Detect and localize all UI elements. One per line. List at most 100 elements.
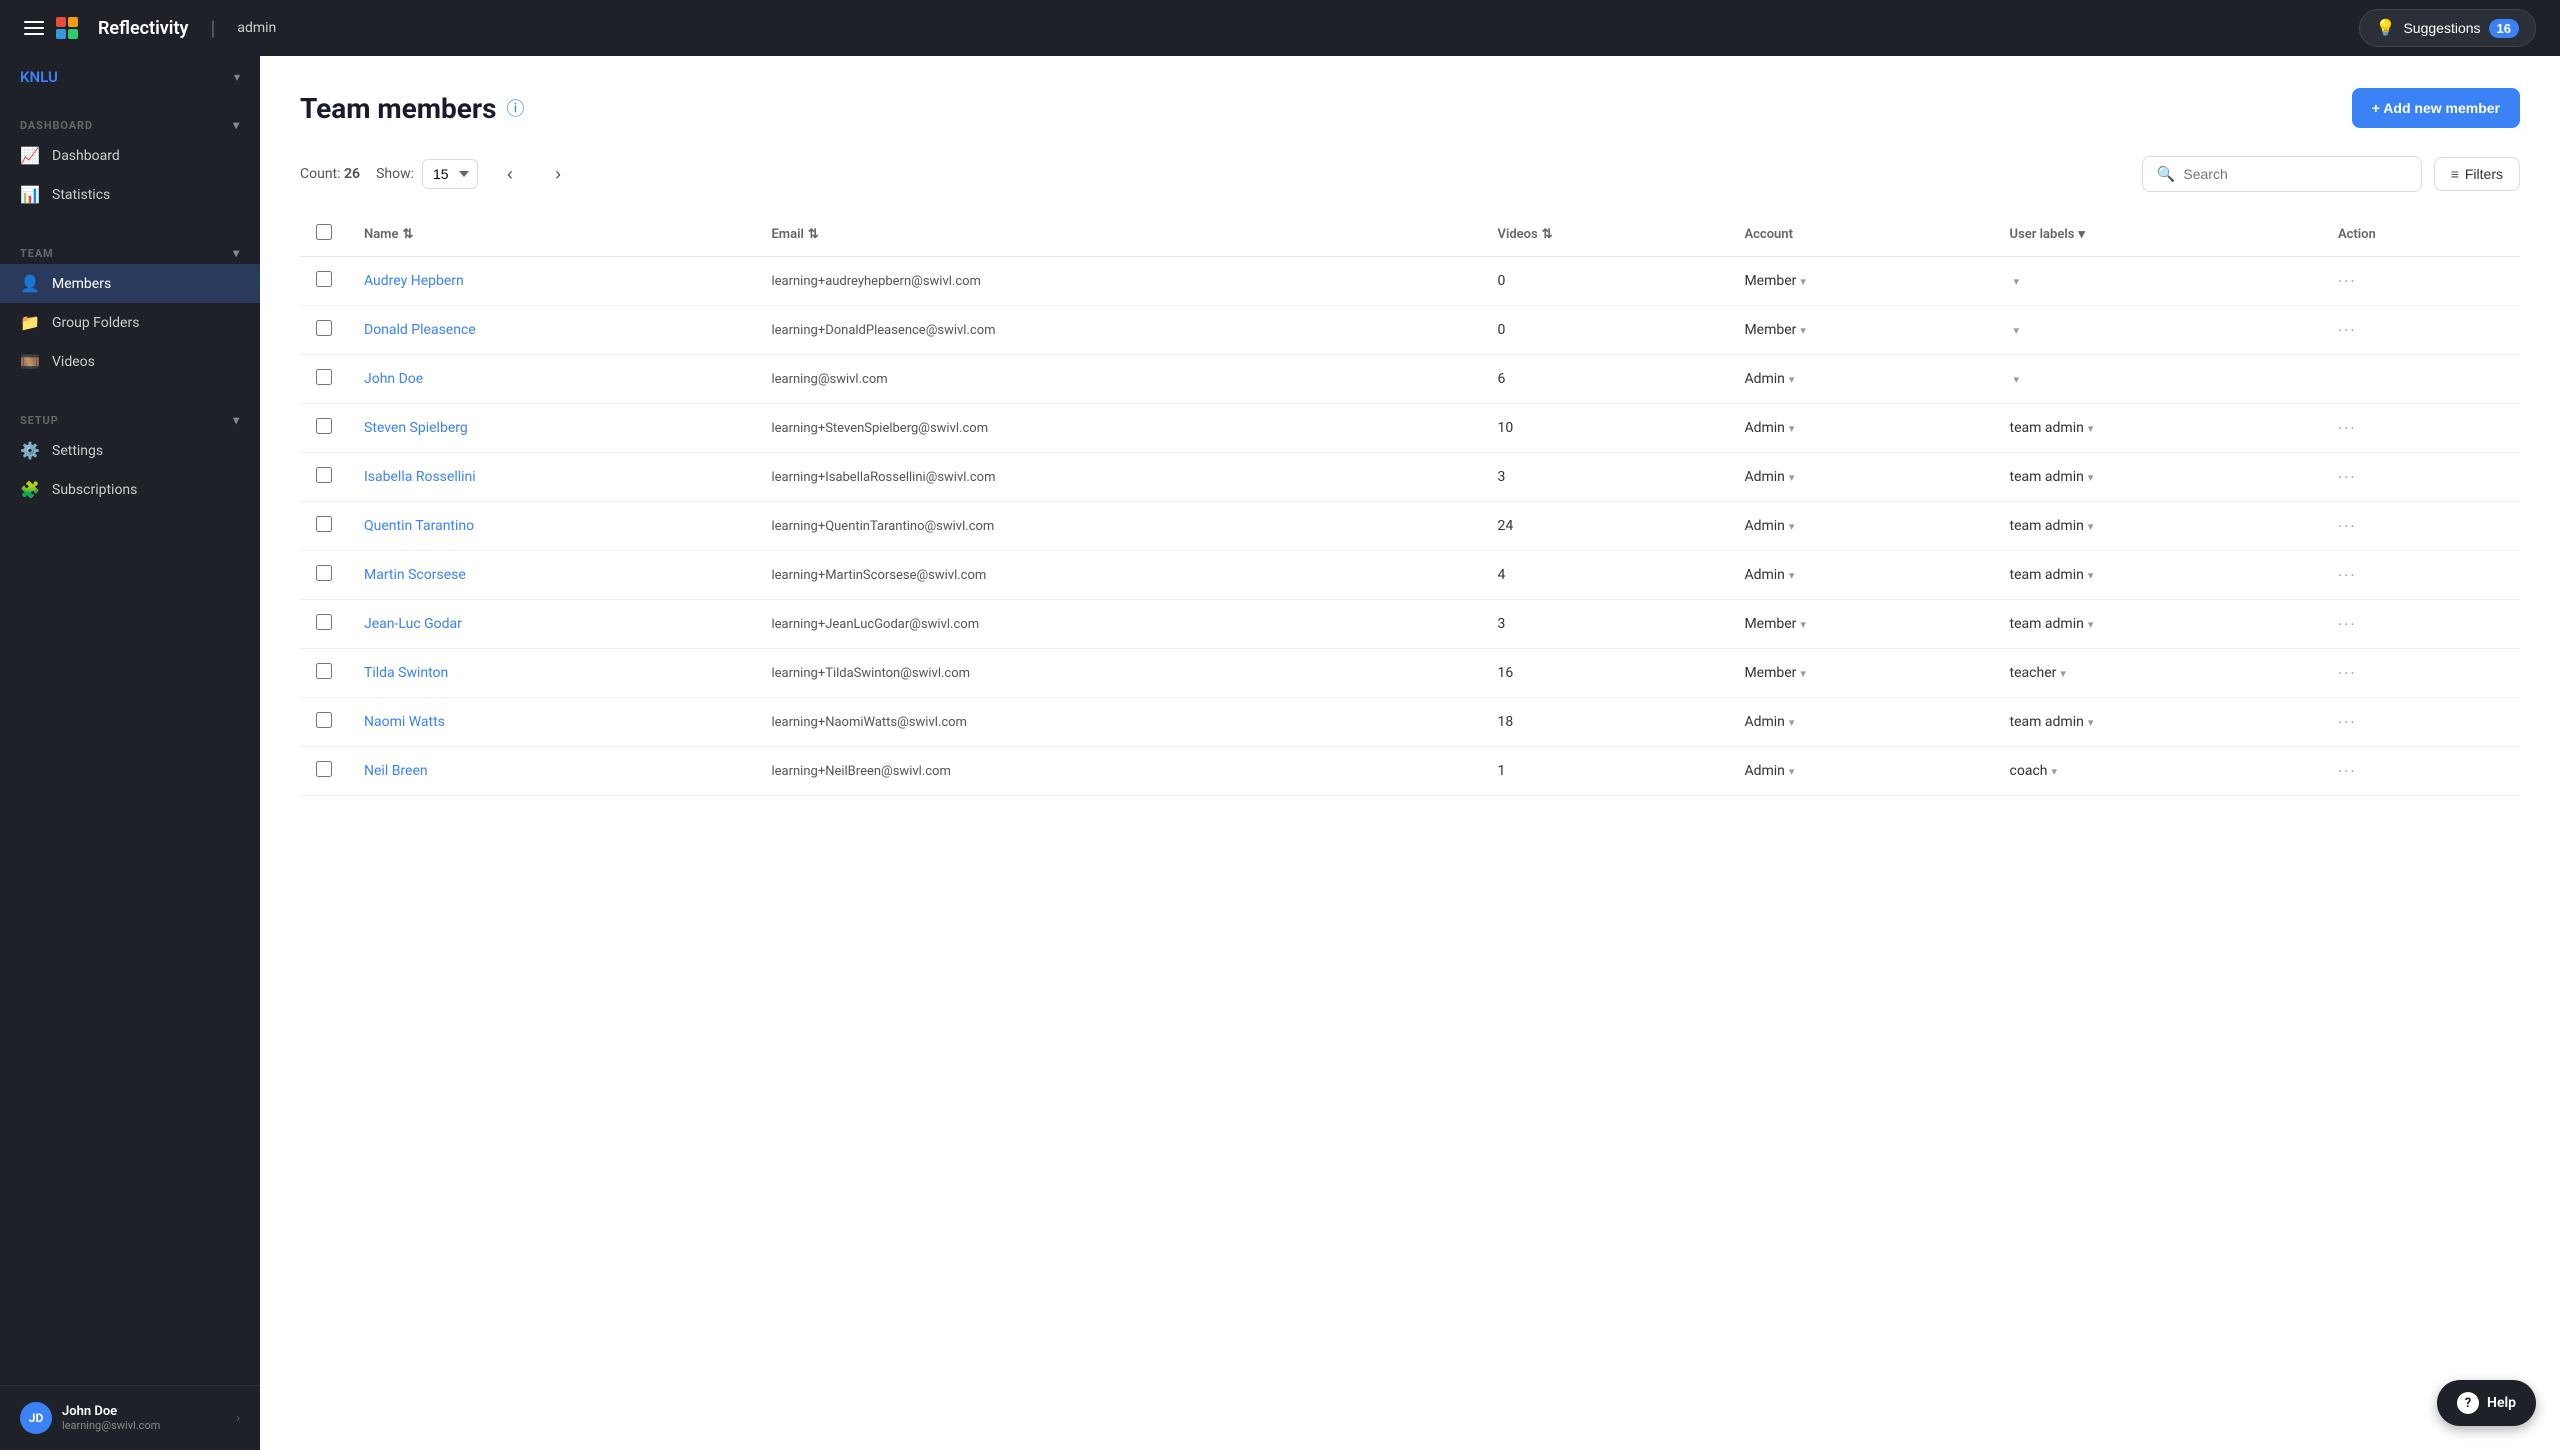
row-email-cell: learning@swivl.com — [755, 355, 1481, 404]
account-dropdown-icon[interactable]: ▾ — [1789, 520, 1795, 533]
row-action-cell: ··· — [2322, 649, 2520, 698]
prev-page-button[interactable]: ‹ — [494, 158, 526, 190]
hamburger-menu[interactable] — [24, 21, 44, 35]
show-select[interactable]: 10 15 25 50 — [422, 159, 478, 189]
label-dropdown-icon[interactable]: ▾ — [2088, 520, 2094, 533]
label-dropdown-icon[interactable]: ▾ — [2088, 471, 2094, 484]
label-dropdown-icon[interactable]: ▾ — [2088, 618, 2094, 631]
sidebar-item-settings[interactable]: ⚙️ Settings — [0, 431, 260, 470]
section-collapse-icon[interactable]: ▾ — [233, 413, 240, 427]
add-new-member-button[interactable]: + Add new member — [2352, 88, 2520, 128]
action-menu-button[interactable]: ··· — [2338, 664, 2357, 683]
row-labels-cell: team admin ▾ — [1994, 502, 2322, 551]
label-dropdown-icon[interactable]: ▾ — [2014, 324, 2020, 337]
pagination-controls: Count: 26 Show: 10 15 25 50 ‹ › — [300, 158, 574, 190]
row-checkbox[interactable] — [316, 663, 332, 679]
row-checkbox[interactable] — [316, 467, 332, 483]
sidebar-item-subscriptions[interactable]: 🧩 Subscriptions — [0, 470, 260, 509]
row-action-cell: ··· — [2322, 453, 2520, 502]
label-dropdown-icon[interactable]: ▾ — [2060, 667, 2066, 680]
action-menu-button[interactable]: ··· — [2338, 468, 2357, 487]
row-checkbox[interactable] — [316, 369, 332, 385]
table-row: Martin Scorsese learning+MartinScorsese@… — [300, 551, 2520, 600]
member-name-link[interactable]: Audrey Hepbern — [364, 273, 464, 289]
action-menu-button[interactable]: ··· — [2338, 272, 2357, 291]
action-menu-button[interactable]: ··· — [2338, 762, 2357, 781]
info-icon[interactable]: ⓘ — [507, 95, 525, 121]
account-dropdown-icon[interactable]: ▾ — [1789, 422, 1795, 435]
account-dropdown-icon[interactable]: ▾ — [1789, 373, 1795, 386]
label-dropdown-icon[interactable]: ▾ — [2088, 422, 2094, 435]
label-dropdown-icon[interactable]: ▾ — [2088, 569, 2094, 582]
row-email-cell: learning+DonaldPleasence@swivl.com — [755, 306, 1481, 355]
suggestions-button[interactable]: 💡 Suggestions 16 — [2359, 9, 2536, 47]
account-dropdown-icon[interactable]: ▾ — [1800, 275, 1806, 288]
email-col-header[interactable]: Email ⇅ — [755, 212, 1481, 257]
member-name-link[interactable]: Quentin Tarantino — [364, 518, 474, 534]
account-dropdown-icon[interactable]: ▾ — [1789, 569, 1795, 582]
member-name-link[interactable]: Steven Spielberg — [364, 420, 468, 436]
help-button[interactable]: ? Help — [2437, 1380, 2536, 1426]
account-dropdown-icon[interactable]: ▾ — [1800, 618, 1806, 631]
videos-col-header[interactable]: Videos ⇅ — [1482, 212, 1729, 257]
label-dropdown-icon[interactable]: ▾ — [2088, 716, 2094, 729]
row-account-cell: Admin ▾ — [1728, 404, 1993, 453]
search-input[interactable] — [2183, 166, 2406, 182]
row-checkbox[interactable] — [316, 761, 332, 777]
action-menu-button[interactable]: ··· — [2338, 419, 2357, 438]
member-name-link[interactable]: Isabella Rossellini — [364, 469, 476, 485]
topbar: Reflectivity | admin 💡 Suggestions 16 — [0, 0, 2560, 56]
member-name-link[interactable]: Tilda Swinton — [364, 665, 448, 681]
member-name-link[interactable]: Donald Pleasence — [364, 322, 476, 338]
row-checkbox[interactable] — [316, 565, 332, 581]
sidebar-item-members[interactable]: 👤 Members — [0, 264, 260, 303]
member-name-link[interactable]: John Doe — [364, 371, 423, 387]
member-account-type: Admin — [1744, 714, 1784, 730]
account-dropdown-icon[interactable]: ▾ — [1800, 324, 1806, 337]
member-label: team admin — [2010, 567, 2084, 583]
account-dropdown-icon[interactable]: ▾ — [1789, 765, 1795, 778]
row-checkbox[interactable] — [316, 614, 332, 630]
account-dropdown-icon[interactable]: ▾ — [1789, 716, 1795, 729]
action-menu-button[interactable]: ··· — [2338, 321, 2357, 340]
row-videos-cell: 0 — [1482, 306, 1729, 355]
account-dropdown-icon[interactable]: ▾ — [1800, 667, 1806, 680]
section-collapse-icon[interactable]: ▾ — [233, 246, 240, 260]
row-email-cell: learning+TildaSwinton@swivl.com — [755, 649, 1481, 698]
label-dropdown-icon[interactable]: ▾ — [2014, 275, 2020, 288]
org-selector[interactable]: KNLU ▾ — [0, 56, 260, 98]
next-page-button[interactable]: › — [542, 158, 574, 190]
select-all-checkbox[interactable] — [316, 224, 332, 240]
sidebar-item-group-folders[interactable]: 📁 Group Folders — [0, 303, 260, 342]
sidebar-item-dashboard[interactable]: 📈 Dashboard — [0, 136, 260, 175]
user-profile[interactable]: JD John Doe learning@swivl.com › — [0, 1385, 260, 1450]
member-label: coach — [2010, 763, 2048, 779]
section-collapse-icon[interactable]: ▾ — [233, 118, 240, 132]
label-dropdown-icon[interactable]: ▾ — [2014, 373, 2020, 386]
table-row: Jean-Luc Godar learning+JeanLucGodar@swi… — [300, 600, 2520, 649]
action-menu-button[interactable]: ··· — [2338, 517, 2357, 536]
member-name-link[interactable]: Naomi Watts — [364, 714, 445, 730]
action-menu-button[interactable]: ··· — [2338, 615, 2357, 634]
action-menu-button[interactable]: ··· — [2338, 713, 2357, 732]
label-dropdown-icon[interactable]: ▾ — [2052, 765, 2058, 778]
row-checkbox[interactable] — [316, 516, 332, 532]
row-action-cell: ··· — [2322, 551, 2520, 600]
row-checkbox-cell — [300, 404, 348, 453]
row-checkbox[interactable] — [316, 320, 332, 336]
sidebar-item-statistics[interactable]: 📊 Statistics — [0, 175, 260, 214]
sidebar-item-videos[interactable]: 🎞️ Videos — [0, 342, 260, 381]
row-checkbox[interactable] — [316, 418, 332, 434]
member-label: teacher — [2010, 665, 2057, 681]
subscriptions-icon: 🧩 — [20, 480, 40, 499]
member-name-link[interactable]: Neil Breen — [364, 763, 428, 779]
account-dropdown-icon[interactable]: ▾ — [1789, 471, 1795, 484]
member-name-link[interactable]: Martin Scorsese — [364, 567, 466, 583]
name-col-header[interactable]: Name ⇅ — [348, 212, 755, 257]
member-name-link[interactable]: Jean-Luc Godar — [364, 616, 462, 632]
dashboard-icon: 📈 — [20, 146, 40, 165]
action-menu-button[interactable]: ··· — [2338, 566, 2357, 585]
row-checkbox[interactable] — [316, 712, 332, 728]
row-checkbox[interactable] — [316, 271, 332, 287]
filters-button[interactable]: ≡ Filters — [2434, 157, 2520, 191]
